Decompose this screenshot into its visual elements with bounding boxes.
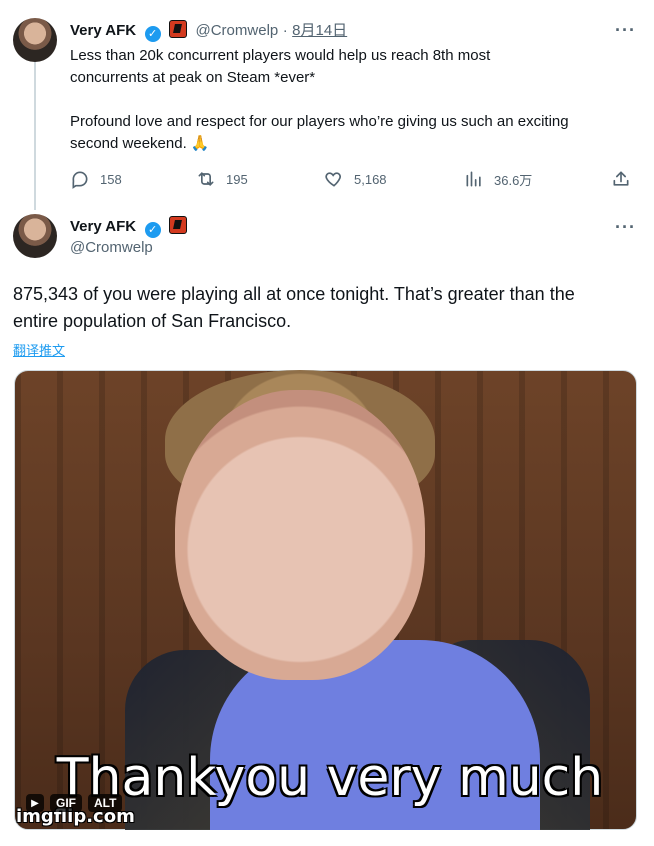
reply-button[interactable]: 158 xyxy=(70,169,122,189)
reply-icon xyxy=(72,171,88,189)
affiliate-badge-icon[interactable] xyxy=(169,20,188,38)
retweet-count: 195 xyxy=(226,171,248,187)
tweet1-text: Less than 20k concurrent players would h… xyxy=(70,45,640,155)
tweet1-author-name[interactable]: Very AFK xyxy=(70,22,136,39)
translate-tweet-link[interactable]: 翻译推文 xyxy=(13,340,65,359)
play-icon[interactable]: ▶ xyxy=(26,794,44,812)
share-icon xyxy=(613,171,629,186)
like-button[interactable]: 5,168 xyxy=(324,169,387,189)
heart-icon xyxy=(325,172,341,187)
tweet1-separator: · xyxy=(282,22,288,39)
alt-button[interactable]: ALT xyxy=(88,794,123,812)
reply-count: 158 xyxy=(100,171,122,187)
tweet2-header: Very AFK ✓ xyxy=(70,216,188,238)
views-button[interactable]: 36.6万 xyxy=(464,169,532,189)
gif-caption: Thankyou very much xyxy=(56,748,604,808)
tweet2-text: 875,343 of you were playing all at once … xyxy=(13,281,638,335)
tweet2-handle[interactable]: @Cromwelp xyxy=(70,239,153,256)
verified-badge-icon: ✓ xyxy=(144,26,161,42)
tweet1-text-line: Profound love and respect for our player… xyxy=(70,113,569,130)
share-button[interactable] xyxy=(611,169,631,189)
like-count: 5,168 xyxy=(354,171,387,187)
gif-badge: GIF xyxy=(50,794,82,812)
views-count: 36.6万 xyxy=(494,172,533,188)
tweet2-author-name[interactable]: Very AFK xyxy=(70,218,136,235)
verified-badge-icon: ✓ xyxy=(144,222,161,238)
tweet2-avatar[interactable] xyxy=(13,214,57,258)
tweet1-text-line: Less than 20k concurrent players would h… xyxy=(70,47,491,64)
tweet2-more-button[interactable]: ··· xyxy=(615,218,636,236)
tweet1-header: Very AFK ✓ @Cromwelp · 8月14日 xyxy=(70,19,347,42)
affiliate-badge-icon[interactable] xyxy=(169,216,188,234)
tweet2-text-line: 875,343 of you were playing all at once … xyxy=(13,284,575,304)
gif-figure-face xyxy=(175,390,425,680)
tweet2-text-line: entire population of San Francisco. xyxy=(13,311,292,331)
tweet1-text-line: concurrents at peak on Steam *ever* xyxy=(70,69,316,86)
tweet1-date-link[interactable]: 8月14日 xyxy=(292,22,347,39)
views-icon xyxy=(466,171,481,187)
tweet1-text-line: second weekend. 🙏 xyxy=(70,135,210,152)
retweet-button[interactable]: 195 xyxy=(196,169,248,189)
tweet1-avatar[interactable] xyxy=(13,18,57,62)
tweet1-handle[interactable]: @Cromwelp xyxy=(196,22,279,39)
retweet-icon xyxy=(198,172,214,186)
thread-connector-line xyxy=(34,62,36,210)
tweet1-more-button[interactable]: ··· xyxy=(615,21,636,39)
gif-controls: ▶ GIF ALT xyxy=(26,794,123,812)
